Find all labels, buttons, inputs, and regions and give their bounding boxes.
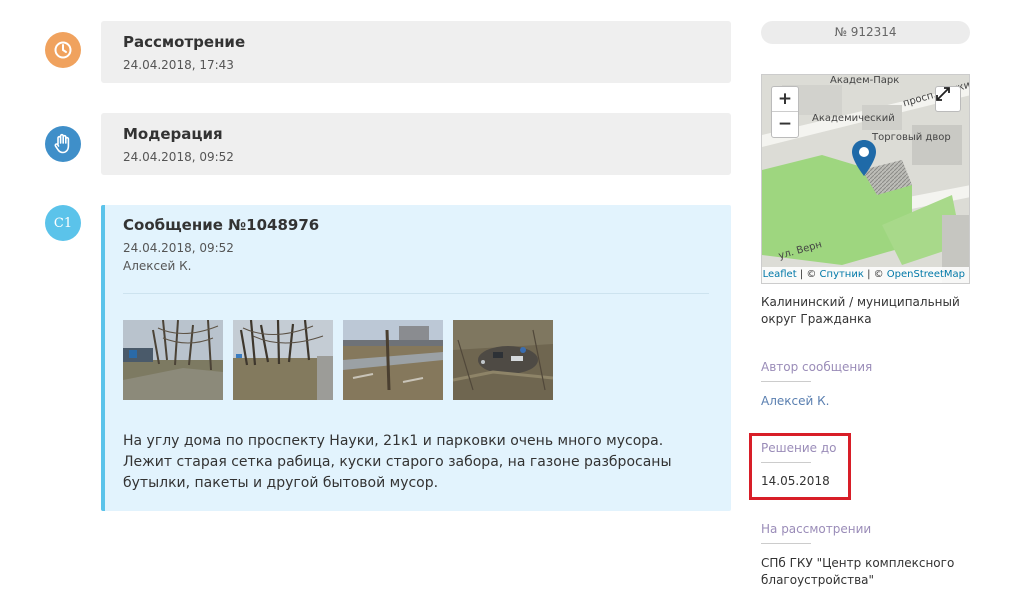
review-agency: СПб ГКУ "Центр комплексного благоустройс…: [761, 556, 955, 587]
timeline-date: 24.04.2018, 09:52: [123, 150, 234, 164]
map-label: Торговый двор: [872, 132, 951, 143]
status-review-icon: [45, 32, 81, 68]
author-label: Автор сообщения: [761, 360, 873, 374]
zoom-in-button[interactable]: +: [772, 87, 798, 112]
message-badge: C1: [45, 205, 81, 241]
timeline-title: Рассмотрение: [123, 33, 246, 51]
status-moderation-icon: [45, 126, 81, 162]
divider: [123, 293, 709, 294]
message-photo-4[interactable]: [453, 320, 553, 400]
leaflet-link[interactable]: Leaflet: [763, 269, 797, 280]
deadline-highlight-box: [749, 433, 851, 500]
openstreetmap-link[interactable]: OpenStreetMap: [887, 269, 965, 280]
message-photo-1[interactable]: [123, 320, 223, 400]
expand-icon: [936, 87, 950, 101]
message-text: На углу дома по проспекту Науки, 21к1 и …: [123, 433, 672, 491]
attribution-separator: | ©: [863, 269, 887, 280]
timeline-card-review: Рассмотрение 24.04.2018, 17:43: [101, 21, 731, 83]
divider: [761, 381, 811, 382]
map-attribution: Leaflet | © Спутник | © OpenStreetMap: [762, 267, 969, 283]
message-photo-2[interactable]: [233, 320, 333, 400]
zoom-out-button[interactable]: −: [772, 112, 798, 137]
message-photo-3[interactable]: [343, 320, 443, 400]
hand-icon: [54, 133, 70, 154]
divider: [761, 543, 811, 544]
request-number: № 912314: [761, 21, 970, 44]
review-label: На рассмотрении: [761, 522, 872, 536]
attribution-separator: | ©: [796, 269, 820, 280]
fullscreen-button[interactable]: [935, 86, 961, 112]
location-map[interactable]: Академ-Парк просп. Науки Академический Т…: [761, 74, 970, 284]
message-title: Сообщение №1048976: [123, 216, 320, 234]
district-text: Калининский / муниципальный округ Гражда…: [761, 295, 960, 326]
map-marker-icon[interactable]: [851, 139, 877, 177]
message-date: 24.04.2018, 09:52: [123, 241, 234, 255]
timeline-card-moderation: Модерация 24.04.2018, 09:52: [101, 113, 731, 175]
author-link[interactable]: Алексей К.: [761, 394, 829, 408]
clock-icon: [54, 41, 72, 59]
map-label: Академ-Парк: [830, 75, 900, 86]
message-card: Сообщение №1048976 24.04.2018, 09:52 Але…: [101, 205, 731, 511]
timeline-title: Модерация: [123, 125, 223, 143]
map-label: Академический: [812, 113, 895, 124]
message-author: Алексей К.: [123, 259, 192, 273]
sputnik-link[interactable]: Спутник: [820, 269, 864, 280]
map-zoom-control: + −: [771, 86, 799, 138]
timeline-date: 24.04.2018, 17:43: [123, 58, 234, 72]
